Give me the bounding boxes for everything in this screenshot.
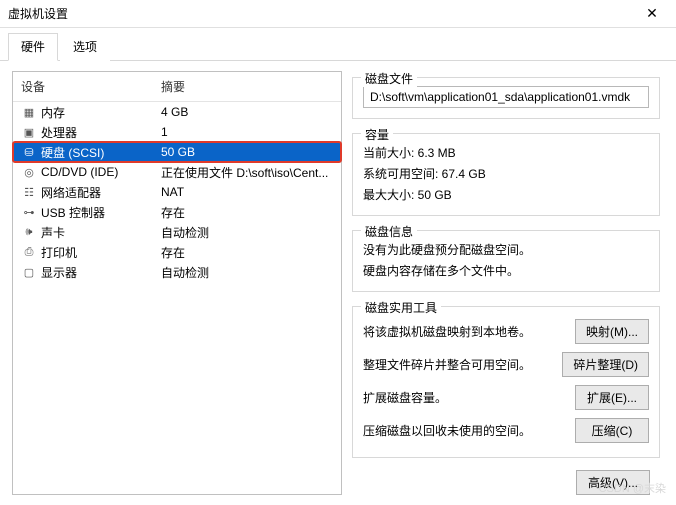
- util-compact-text: 压缩磁盘以回收未使用的空间。: [363, 422, 567, 439]
- sound-icon: 🕪: [21, 224, 37, 240]
- capacity-max: 最大大小: 50 GB: [363, 184, 649, 205]
- disk-icon: ⛁: [21, 144, 37, 160]
- device-summary: 4 GB: [161, 105, 333, 119]
- device-row[interactable]: ▦内存4 GB: [13, 102, 341, 122]
- group-utilities-title: 磁盘实用工具: [361, 299, 441, 316]
- close-icon[interactable]: ✕: [636, 5, 668, 22]
- header-summary: 摘要: [161, 78, 333, 95]
- defrag-button[interactable]: 碎片整理(D): [562, 352, 649, 377]
- device-name: 网络适配器: [41, 184, 161, 201]
- device-name: 硬盘 (SCSI): [41, 144, 161, 161]
- tab-hardware-label: 硬件: [21, 40, 45, 54]
- device-summary: 存在: [161, 204, 333, 221]
- tab-strip: 硬件 选项: [0, 28, 676, 61]
- device-row[interactable]: ☷网络适配器NAT: [13, 182, 341, 202]
- device-name: 内存: [41, 104, 161, 121]
- group-disk-file-title: 磁盘文件: [361, 70, 417, 87]
- device-summary: 正在使用文件 D:\soft\iso\Cent...: [161, 164, 333, 181]
- device-list: 设备 摘要 ▦内存4 GB▣处理器1⛁硬盘 (SCSI)50 GB◎CD/DVD…: [12, 71, 342, 495]
- tab-options[interactable]: 选项: [60, 33, 110, 61]
- detail-panel: 磁盘文件 D:\soft\vm\application01_sda\applic…: [352, 71, 664, 495]
- group-disk-info-title: 磁盘信息: [361, 223, 417, 240]
- device-row[interactable]: ▣处理器1: [13, 122, 341, 142]
- map-button[interactable]: 映射(M)...: [575, 319, 649, 344]
- group-disk-file: 磁盘文件 D:\soft\vm\application01_sda\applic…: [352, 77, 660, 119]
- watermark: CSDN @末染: [599, 480, 666, 496]
- device-row[interactable]: ◎ CD/DVD (IDE)正在使用文件 D:\soft\iso\Cent...: [13, 162, 341, 182]
- util-expand-text: 扩展磁盘容量。: [363, 389, 567, 406]
- tab-hardware[interactable]: 硬件: [8, 33, 58, 61]
- cd-icon: ◎: [21, 164, 37, 180]
- device-row[interactable]: ⎙打印机存在: [13, 242, 341, 262]
- header-device: 设备: [21, 78, 161, 95]
- display-icon: ▢: [21, 264, 37, 280]
- device-summary: 50 GB: [161, 145, 333, 159]
- expand-button[interactable]: 扩展(E)...: [575, 385, 649, 410]
- util-defrag-text: 整理文件碎片并整合可用空间。: [363, 356, 554, 373]
- network-icon: ☷: [21, 184, 37, 200]
- device-name: 显示器: [41, 264, 161, 281]
- window-title: 虚拟机设置: [8, 5, 636, 22]
- device-summary: 自动检测: [161, 264, 333, 281]
- util-map-text: 将该虚拟机磁盘映射到本地卷。: [363, 323, 567, 340]
- disk-info-line2: 硬盘内容存储在多个文件中。: [363, 260, 649, 281]
- device-summary: 存在: [161, 244, 333, 261]
- device-name: CD/DVD (IDE): [41, 165, 161, 179]
- group-disk-info: 磁盘信息 没有为此硬盘预分配磁盘空间。 硬盘内容存储在多个文件中。: [352, 230, 660, 292]
- cpu-icon: ▣: [21, 124, 37, 140]
- capacity-current: 当前大小: 6.3 MB: [363, 142, 649, 163]
- group-capacity-title: 容量: [361, 126, 393, 143]
- group-utilities: 磁盘实用工具 将该虚拟机磁盘映射到本地卷。 映射(M)... 整理文件碎片并整合…: [352, 306, 660, 458]
- disk-file-path[interactable]: D:\soft\vm\application01_sda\application…: [363, 86, 649, 108]
- tab-options-label: 选项: [73, 40, 97, 54]
- device-row[interactable]: 🕪声卡自动检测: [13, 222, 341, 242]
- device-row[interactable]: ▢显示器自动检测: [13, 262, 341, 282]
- device-summary: 1: [161, 125, 333, 139]
- capacity-free: 系统可用空间: 67.4 GB: [363, 163, 649, 184]
- device-summary: 自动检测: [161, 224, 333, 241]
- usb-icon: ⊶: [21, 204, 37, 220]
- group-capacity: 容量 当前大小: 6.3 MB 系统可用空间: 67.4 GB 最大大小: 50…: [352, 133, 660, 216]
- disk-info-line1: 没有为此硬盘预分配磁盘空间。: [363, 239, 649, 260]
- device-row[interactable]: ⊶USB 控制器存在: [13, 202, 341, 222]
- device-name: USB 控制器: [41, 204, 161, 221]
- compact-button[interactable]: 压缩(C): [575, 418, 649, 443]
- device-name: 声卡: [41, 224, 161, 241]
- device-row[interactable]: ⛁硬盘 (SCSI)50 GB: [13, 142, 341, 162]
- device-list-header: 设备 摘要: [13, 72, 341, 102]
- printer-icon: ⎙: [21, 244, 37, 260]
- device-name: 处理器: [41, 124, 161, 141]
- content-area: 设备 摘要 ▦内存4 GB▣处理器1⛁硬盘 (SCSI)50 GB◎CD/DVD…: [0, 61, 676, 505]
- memory-icon: ▦: [21, 104, 37, 120]
- device-name: 打印机: [41, 244, 161, 261]
- device-summary: NAT: [161, 185, 333, 199]
- titlebar: 虚拟机设置 ✕: [0, 0, 676, 28]
